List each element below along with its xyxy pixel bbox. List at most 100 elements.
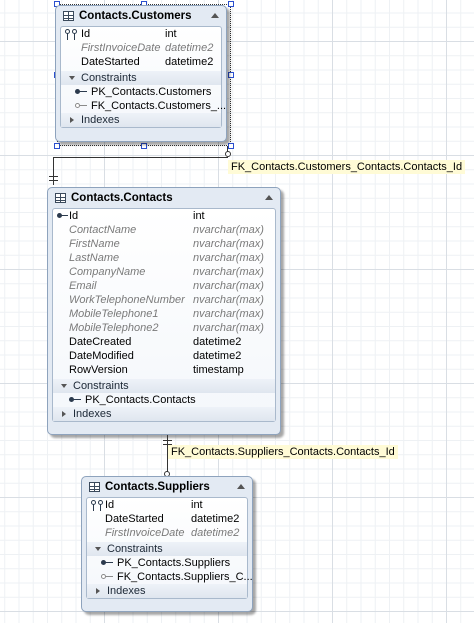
section-label: Indexes (107, 585, 146, 597)
entity-body: Id int DateStarted datetime2 FirstInvoic… (86, 497, 253, 599)
entity-body: Id int FirstInvoiceDate datetime2 DateSt… (60, 26, 226, 128)
column-row[interactable]: DateStarted datetime2 (87, 512, 247, 526)
expand-arrow-icon[interactable] (61, 384, 67, 388)
indexes-section[interactable]: Indexes (87, 584, 247, 598)
column-row[interactable]: DateCreated datetime2 (53, 335, 275, 349)
column-name: CompanyName (69, 266, 146, 278)
constraints-section[interactable]: Constraints (87, 542, 247, 556)
primary-key-icon (91, 500, 105, 511)
column-type: int (165, 28, 177, 40)
collapse-icon[interactable] (211, 13, 219, 18)
relationship-line (49, 176, 58, 177)
column-name: MobileTelephone2 (69, 322, 159, 334)
entity-header[interactable]: Contacts.Contacts (48, 188, 280, 208)
key-icon (101, 560, 113, 565)
expand-arrow-icon[interactable] (69, 76, 75, 80)
foreign-key-icon (101, 574, 113, 579)
constraint-name: PK_Contacts.Suppliers (117, 557, 231, 569)
section-label: Constraints (73, 380, 129, 392)
indexes-section[interactable]: Indexes (61, 113, 221, 127)
column-row[interactable]: Id int (53, 209, 275, 223)
column-name: WorkTelephoneNumber (69, 294, 185, 306)
column-name: DateModified (69, 350, 134, 362)
column-row[interactable]: FirstName nvarchar(max) (53, 237, 275, 251)
constraints-section[interactable]: Constraints (53, 379, 275, 393)
column-name: Id (69, 210, 79, 222)
column-name: RowVersion (69, 364, 128, 376)
constraint-row[interactable]: PK_Contacts.Contacts (53, 393, 275, 407)
entity-header[interactable]: Contacts.Customers (56, 6, 226, 26)
primary-key-icon (57, 213, 68, 218)
column-row[interactable]: ContactName nvarchar(max) (53, 223, 275, 237)
column-row[interactable]: MobileTelephone1 nvarchar(max) (53, 307, 275, 321)
column-type: datetime2 (191, 513, 240, 525)
column-type: datetime2 (193, 350, 242, 362)
column-name: FirstInvoiceDate (81, 42, 161, 54)
column-name: FirstName (69, 238, 120, 250)
column-type: nvarchar(max) (193, 280, 264, 292)
column-name: MobileTelephone1 (69, 308, 159, 320)
constraint-name: FK_Contacts.Suppliers_C... (117, 571, 253, 583)
collapsed-arrow-icon[interactable] (70, 117, 74, 123)
relationship-label[interactable]: FK_Contacts.Customers_Contacts.Contacts_… (228, 160, 466, 174)
column-type: datetime2 (165, 56, 214, 68)
entity-contacts-contacts[interactable]: Contacts.Contacts Id int ContactName nva… (47, 187, 281, 435)
section-label: Indexes (81, 114, 120, 126)
collapsed-arrow-icon[interactable] (62, 411, 66, 417)
column-type: nvarchar(max) (193, 294, 264, 306)
table-icon (63, 11, 74, 21)
column-name: ContactName (69, 224, 137, 236)
constraint-row[interactable]: FK_Contacts.Suppliers_C... (87, 570, 253, 584)
column-row[interactable]: Id int (87, 498, 247, 512)
column-row[interactable]: CompanyName nvarchar(max) (53, 265, 275, 279)
section-label: Constraints (81, 72, 137, 84)
key-icon (75, 89, 87, 94)
resize-handle-bottom[interactable] (141, 143, 147, 149)
column-row[interactable]: RowVersion timestamp (53, 363, 275, 377)
column-row[interactable]: DateStarted datetime2 (61, 55, 221, 69)
section-label: Indexes (73, 408, 112, 420)
section-label: Constraints (107, 543, 163, 555)
column-type: datetime2 (191, 527, 240, 539)
expand-arrow-icon[interactable] (95, 547, 101, 551)
column-type: nvarchar(max) (193, 308, 264, 320)
column-row[interactable]: MobileTelephone2 nvarchar(max) (53, 321, 275, 335)
entity-title: Contacts.Customers (79, 10, 192, 22)
resize-handle-right[interactable] (228, 72, 234, 78)
constraint-row[interactable]: PK_Contacts.Suppliers (87, 556, 247, 570)
collapse-icon[interactable] (265, 195, 273, 200)
column-row[interactable]: FirstInvoiceDate datetime2 (61, 41, 221, 55)
column-type: int (191, 499, 203, 511)
column-type: datetime2 (165, 42, 214, 54)
resize-handle-bottom-right[interactable] (228, 143, 234, 149)
relationship-line[interactable] (53, 157, 228, 158)
column-row[interactable]: Email nvarchar(max) (53, 279, 275, 293)
column-name: Email (69, 280, 97, 292)
collapsed-arrow-icon[interactable] (96, 588, 100, 594)
column-type: nvarchar(max) (193, 266, 264, 278)
column-row[interactable]: LastName nvarchar(max) (53, 251, 275, 265)
column-name: DateCreated (69, 336, 132, 348)
table-icon (55, 193, 66, 203)
column-row[interactable]: FirstInvoiceDate datetime2 (87, 526, 247, 540)
constraint-row[interactable]: FK_Contacts.Customers_... (61, 99, 226, 113)
entity-contacts-customers[interactable]: Contacts.Customers Id int FirstInvoiceDa… (55, 5, 227, 142)
entity-body: Id int ContactName nvarchar(max) FirstNa… (52, 208, 276, 422)
entity-header[interactable]: Contacts.Suppliers (82, 477, 252, 497)
resize-handle-top-right[interactable] (228, 1, 234, 7)
collapse-icon[interactable] (237, 484, 245, 489)
constraint-row[interactable]: PK_Contacts.Customers (61, 85, 221, 99)
column-row[interactable]: Id int (61, 27, 221, 41)
column-type: int (193, 210, 205, 222)
resize-handle-bottom-left[interactable] (54, 143, 60, 149)
column-row[interactable]: DateModified datetime2 (53, 349, 275, 363)
key-icon (69, 397, 81, 402)
column-name: DateStarted (81, 56, 140, 68)
entity-contacts-suppliers[interactable]: Contacts.Suppliers Id int DateStarted da… (81, 476, 253, 612)
constraint-name: PK_Contacts.Customers (91, 86, 212, 98)
indexes-section[interactable]: Indexes (53, 407, 275, 421)
relationship-line (227, 146, 228, 152)
constraints-section[interactable]: Constraints (61, 71, 221, 85)
column-row[interactable]: WorkTelephoneNumber nvarchar(max) (53, 293, 275, 307)
relationship-label[interactable]: FK_Contacts.Suppliers_Contacts.Contacts_… (168, 445, 398, 459)
